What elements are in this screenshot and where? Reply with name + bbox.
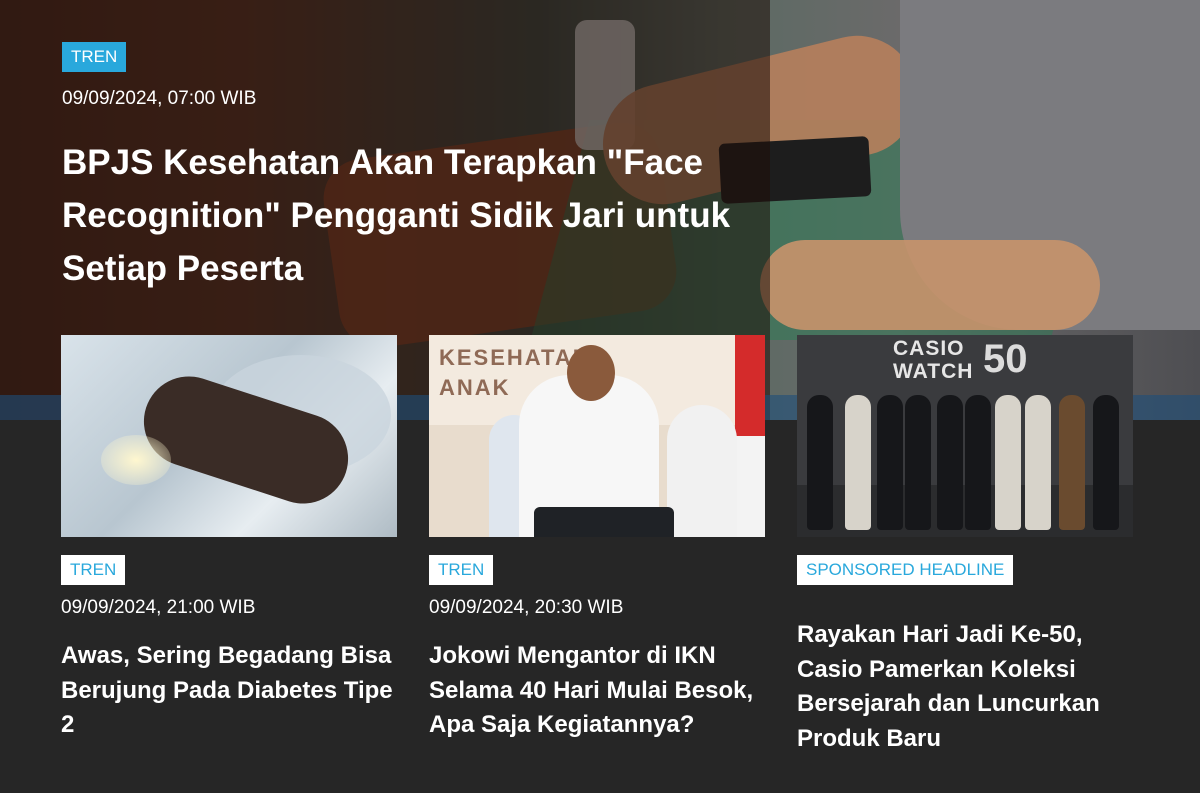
thumb-figure xyxy=(1025,395,1051,530)
news-card-date: 09/09/2024, 21:00 WIB xyxy=(61,597,256,618)
bottom-divider xyxy=(0,793,1200,800)
news-card-thumbnail[interactable]: KESEHATAN ANAK xyxy=(429,335,765,537)
news-card-category-tag[interactable]: TREN xyxy=(429,555,494,585)
news-card-date: 09/09/2024, 20:30 WIB xyxy=(429,597,624,618)
thumb-figure xyxy=(845,395,871,530)
news-card-headline[interactable]: Rayakan Hari Jadi Ke-50, Casio Pamerkan … xyxy=(797,618,1133,756)
thumb-speaker-head xyxy=(567,345,615,401)
thumb-phone-glow xyxy=(101,435,171,485)
news-card-headline[interactable]: Jokowi Mengantor di IKN Selama 40 Hari M… xyxy=(429,639,765,743)
thumb-figure xyxy=(1059,395,1085,530)
news-card-category-tag[interactable]: TREN xyxy=(61,555,126,585)
thumb-figure xyxy=(905,395,931,530)
news-card-thumbnail[interactable]: CASIO WATCH 50 xyxy=(797,335,1133,537)
thumb-podium xyxy=(534,507,674,537)
thumb-flag xyxy=(735,335,765,537)
thumb-figure xyxy=(937,395,963,530)
thumb-figure xyxy=(807,395,833,530)
thumb-figure xyxy=(1093,395,1119,530)
hero-category-tag[interactable]: TREN xyxy=(62,42,127,72)
hero-date: 09/09/2024, 07:00 WIB xyxy=(62,88,257,109)
news-card-headline[interactable]: Awas, Sering Begadang Bisa Berujung Pada… xyxy=(61,639,397,743)
thumb-figure xyxy=(965,395,991,530)
thumb-logo-text: CASIO WATCH xyxy=(893,337,974,383)
thumb-person-right xyxy=(667,405,737,537)
thumb-group-photo xyxy=(797,395,1133,537)
news-card-category-tag[interactable]: SPONSORED HEADLINE xyxy=(797,555,1014,585)
hero-headline[interactable]: BPJS Kesehatan Akan Terapkan "Face Recog… xyxy=(62,136,762,295)
thumb-figure xyxy=(877,395,903,530)
hero-photo-forearm xyxy=(760,240,1100,330)
news-card-thumbnail[interactable] xyxy=(61,335,397,537)
thumb-anniversary-badge: 50 xyxy=(983,337,1028,381)
thumb-figure xyxy=(995,395,1021,530)
